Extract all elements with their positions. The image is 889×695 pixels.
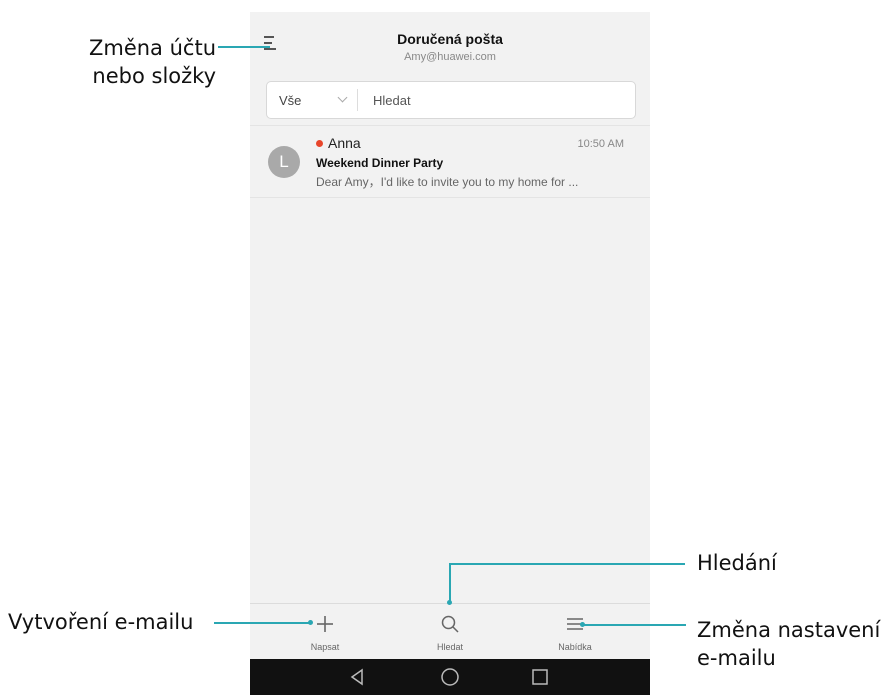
search-icon bbox=[441, 615, 459, 633]
system-nav-bar bbox=[250, 659, 650, 695]
sender-name: Anna bbox=[328, 135, 361, 151]
message-preview: Dear Amy，I'd like to invite you to my ho… bbox=[316, 175, 579, 189]
compose-label: Napsat bbox=[310, 642, 340, 652]
app-header: Doručená pošta Amy@huawei.com bbox=[250, 12, 650, 74]
compose-button[interactable]: Napsat bbox=[285, 604, 365, 660]
filter-dropdown[interactable]: Vše bbox=[279, 93, 301, 108]
callout-switch-account: Změna účtu nebo složky bbox=[88, 36, 216, 88]
callout-line-compose bbox=[214, 622, 310, 624]
callout-dot-settings bbox=[580, 622, 585, 627]
list-item[interactable]: L Anna 10:50 AM Weekend Dinner Party Dea… bbox=[250, 125, 650, 198]
callout-compose: Vytvoření e-mailu bbox=[8, 610, 194, 634]
callout-line-settings bbox=[582, 624, 686, 626]
home-circle-icon[interactable] bbox=[439, 666, 461, 688]
callout-dot-compose bbox=[308, 620, 313, 625]
unread-dot-icon bbox=[316, 140, 323, 147]
search-label: Hledat bbox=[436, 642, 463, 652]
callout-line-search-horizontal bbox=[449, 563, 685, 565]
avatar: L bbox=[268, 146, 300, 178]
back-triangle-icon[interactable] bbox=[346, 666, 368, 688]
divider bbox=[357, 89, 358, 111]
chevron-down-icon[interactable] bbox=[337, 92, 348, 103]
account-email: Amy@huawei.com bbox=[404, 51, 496, 63]
message-time: 10:50 AM bbox=[577, 138, 624, 150]
callout-dot-search bbox=[447, 600, 452, 605]
message-subject: Weekend Dinner Party bbox=[316, 156, 444, 170]
search-input[interactable] bbox=[373, 90, 623, 110]
page-title: Doručená pošta bbox=[397, 31, 503, 47]
callout-line-search-vertical bbox=[449, 563, 451, 603]
menu-label: Nabídka bbox=[558, 642, 592, 652]
recents-square-icon[interactable] bbox=[529, 666, 551, 688]
search-bar: Vše bbox=[266, 81, 636, 119]
callout-line-switch-account bbox=[218, 46, 270, 48]
bottom-toolbar: Napsat Hledat Nabídka bbox=[250, 603, 650, 660]
callout-settings: Změna nastavení e-mailu bbox=[697, 618, 881, 670]
menu-button[interactable]: Nabídka bbox=[535, 604, 615, 660]
plus-icon bbox=[317, 616, 333, 632]
callout-search: Hledání bbox=[697, 551, 777, 575]
search-button[interactable]: Hledat bbox=[410, 604, 490, 660]
